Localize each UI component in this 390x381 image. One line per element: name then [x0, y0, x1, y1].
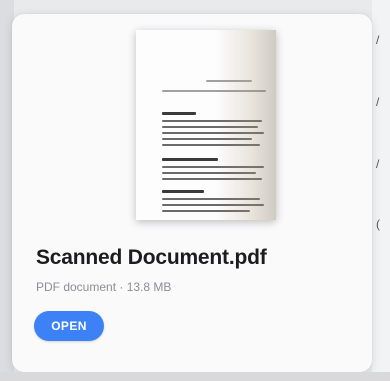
background-text-fragment: (: [376, 217, 380, 231]
background-app-right: / / / (: [372, 0, 390, 381]
background-text-fragment: /: [376, 33, 380, 47]
open-button[interactable]: OPEN: [34, 311, 104, 341]
document-thumbnail[interactable]: [136, 30, 276, 220]
file-details: PDF document · 13.8 MB: [36, 280, 172, 294]
file-name: Scanned Document.pdf: [36, 246, 267, 269]
file-preview-card: Scanned Document.pdf PDF document · 13.8…: [12, 14, 372, 372]
background-text-fragment: /: [376, 95, 380, 109]
background-text-fragment: /: [376, 157, 380, 171]
background-app-bottom: [0, 372, 390, 381]
